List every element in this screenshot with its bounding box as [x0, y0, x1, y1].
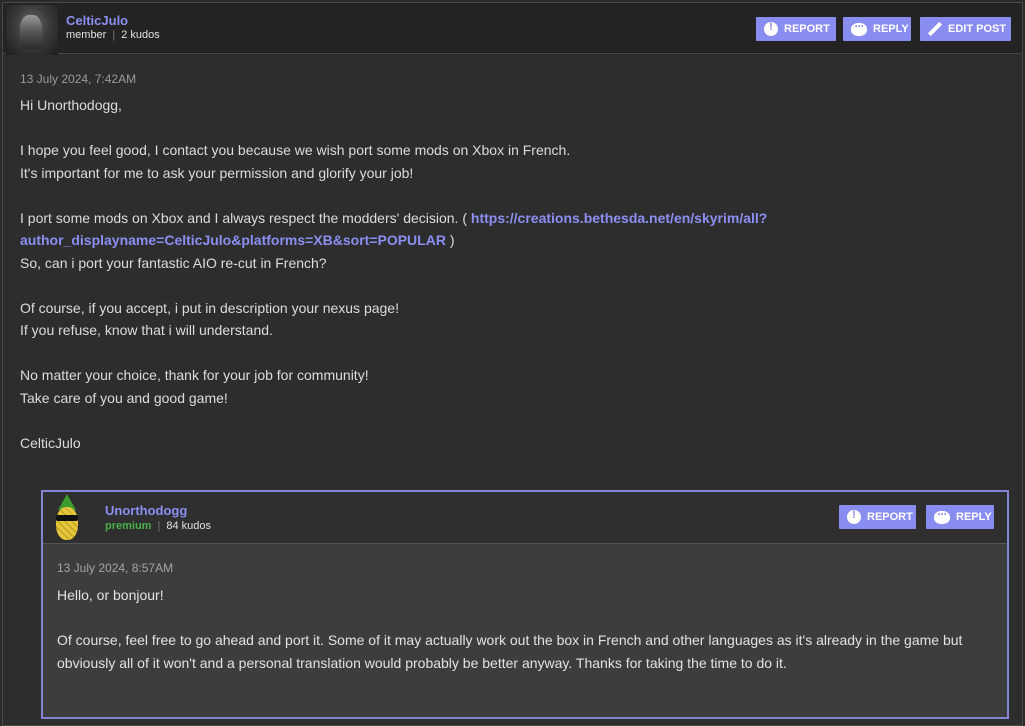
post-line: Take care of you and good game! [20, 389, 228, 406]
reply-paragraph: Of course, feel free to go ahead and por… [57, 632, 963, 671]
meta-separator: | [112, 29, 116, 41]
post-paragraph: I port some mods on Xbox and I always re… [20, 207, 1010, 275]
link-text: https://creations.bethesda.net/en/skyrim… [470, 209, 768, 226]
post-body: Hi Unorthodogg, I hope you feel good, I … [20, 94, 1010, 477]
reply-kudos: 84 kudos [166, 520, 211, 532]
post-paragraph: No matter your choice, thank for your jo… [20, 364, 1010, 409]
pencil-icon [928, 22, 942, 36]
post-line: It's important for me to ask your permis… [20, 164, 414, 181]
report-label: REPORT [867, 511, 913, 523]
author-meta: member | 2 kudos [66, 29, 160, 41]
report-label: REPORT [784, 23, 830, 35]
post-signature: CelticJulo [20, 434, 81, 451]
reply-label: REPLY [873, 23, 909, 35]
reply-date: 13 July 2024, 8:57AM [57, 561, 174, 575]
post-line: No matter your choice, thank for your jo… [20, 367, 369, 383]
post-greeting: Hi Unorthodogg, [20, 97, 122, 113]
alert-circle-icon [764, 21, 778, 36]
reply-report-button[interactable]: REPORT [839, 505, 916, 529]
post-paragraph: Of course, if you accept, i put in descr… [20, 297, 1010, 342]
reply-label: REPLY [956, 511, 992, 523]
post-line: I hope you feel good, I contact you beca… [20, 142, 571, 158]
avatar-sunglasses [56, 515, 78, 521]
avatar-fruit [56, 507, 78, 540]
forum-post: CelticJulo member | 2 kudos REPORT REPLY E… [2, 2, 1023, 726]
avatar-figure [20, 15, 42, 49]
author-avatar[interactable] [6, 5, 58, 55]
meta-separator: | [157, 520, 161, 532]
speech-bubble-icon [851, 19, 867, 36]
reply-paragraph: Hello, or bonjour! [57, 587, 164, 603]
reply-role: premium [105, 520, 152, 532]
post-paragraph: I hope you feel good, I contact you beca… [20, 139, 1010, 184]
reply-body: Hello, or bonjour! Of course, feel free … [57, 584, 1002, 697]
author-role: member [66, 29, 107, 41]
alert-circle-icon [847, 509, 861, 524]
edit-post-button[interactable]: EDIT POST [920, 17, 1011, 41]
reply-button[interactable]: REPLY [843, 17, 911, 41]
reply-meta: premium | 84 kudos [105, 520, 211, 532]
author-kudos: 2 kudos [121, 29, 160, 41]
post-line: I port some mods on Xbox and I always re… [20, 209, 471, 226]
post-line: So, can i port your fantastic AIO re-cut… [20, 254, 327, 271]
link-text: author_displayname=CelticJulo&platforms=… [20, 232, 446, 248]
post-line: ) [445, 232, 455, 248]
edit-post-label: EDIT POST [948, 23, 1007, 35]
reply-reply-button[interactable]: REPLY [926, 505, 994, 529]
author-username[interactable]: CelticJulo [66, 13, 128, 28]
reply-header: Unorthodogg premium | 84 kudos REPORT REPL… [43, 492, 1007, 544]
reply-post: Unorthodogg premium | 84 kudos REPORT REPL… [41, 490, 1009, 719]
reply-avatar[interactable] [53, 494, 81, 542]
post-line: Of course, if you accept, i put in descr… [20, 299, 399, 316]
speech-bubble-icon [934, 507, 950, 524]
reply-username[interactable]: Unorthodogg [105, 503, 187, 518]
post-header: CelticJulo member | 2 kudos REPORT REPLY E… [3, 3, 1022, 55]
post-line: If you refuse, know that i will understa… [20, 322, 273, 338]
post-date: 13 July 2024, 7:42AM [20, 72, 137, 86]
report-button[interactable]: REPORT [756, 17, 836, 41]
